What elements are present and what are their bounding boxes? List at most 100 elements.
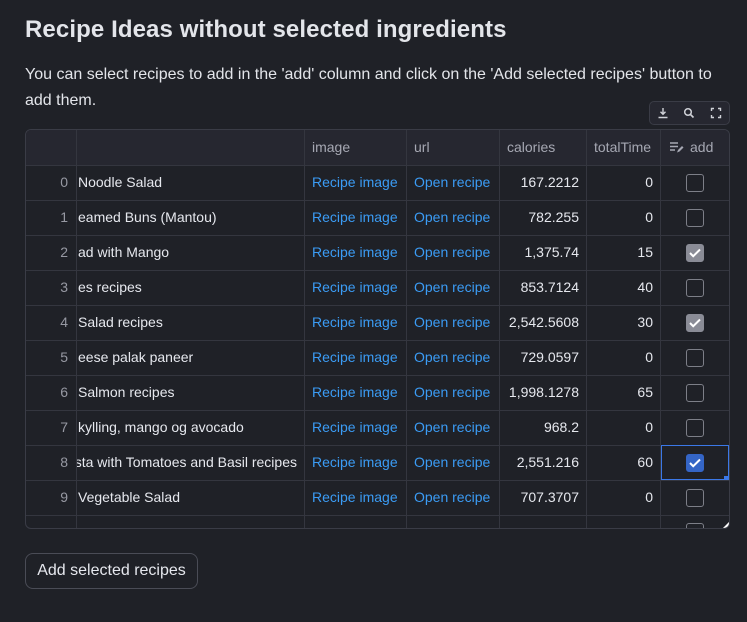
add-checkbox[interactable] bbox=[686, 208, 704, 227]
header-url[interactable]: url bbox=[407, 130, 500, 165]
recipe-title[interactable]: Noodle Salad bbox=[77, 165, 305, 200]
fullscreen-icon[interactable] bbox=[709, 106, 723, 120]
recipe-image-link[interactable]: Recipe image bbox=[305, 375, 407, 410]
row-index: 3 bbox=[26, 270, 77, 305]
add-selected-recipes-button[interactable]: Add selected recipes bbox=[25, 553, 198, 589]
open-recipe-link[interactable]: Open recipe bbox=[407, 410, 500, 445]
recipes-table[interactable]: image url calories totalTime add 0 Noodle… bbox=[25, 129, 730, 529]
open-recipe-link[interactable]: Open recipe bbox=[407, 165, 500, 200]
add-checkbox[interactable] bbox=[686, 348, 704, 367]
recipe-image-link[interactable]: Recipe image bbox=[305, 445, 407, 480]
check-icon bbox=[689, 248, 701, 258]
table-row[interactable]: 2 ad with Mango Recipe image Open recipe 1,3… bbox=[26, 235, 729, 271]
add-cell[interactable] bbox=[661, 200, 729, 235]
recipe-image-link[interactable]: Recipe image bbox=[305, 270, 407, 305]
table-row[interactable]: 6 Salmon recipes Recipe image Open recipe 1,… bbox=[26, 375, 729, 411]
open-recipe-link[interactable]: Open recipe bbox=[407, 235, 500, 270]
check-icon bbox=[689, 318, 701, 328]
table-row[interactable]: 1 eamed Buns (Mantou) Recipe image Open rec… bbox=[26, 200, 729, 236]
calories-value: 1,375.74 bbox=[500, 235, 587, 270]
open-recipe-link[interactable]: Open recipe bbox=[407, 305, 500, 340]
table-row-partial bbox=[26, 515, 729, 528]
table-row[interactable]: 5 eese palak paneer Recipe image Open recip… bbox=[26, 340, 729, 376]
open-recipe-link[interactable]: Open recipe bbox=[407, 445, 500, 480]
calories-value: 167.2212 bbox=[500, 165, 587, 200]
resize-handle[interactable] bbox=[723, 521, 729, 528]
totaltime-value: 0 bbox=[587, 340, 661, 375]
partial-totaltime bbox=[587, 515, 661, 528]
table-row[interactable]: 0 Noodle Salad Recipe image Open recipe 167.… bbox=[26, 165, 729, 201]
open-recipe-link[interactable]: Open recipe bbox=[407, 340, 500, 375]
recipe-image-link[interactable]: Recipe image bbox=[305, 200, 407, 235]
add-cell[interactable] bbox=[661, 480, 729, 515]
recipe-title[interactable]: Salmon recipes bbox=[77, 375, 305, 410]
row-index: 7 bbox=[26, 410, 77, 445]
recipe-image-link[interactable]: Recipe image bbox=[305, 480, 407, 515]
add-cell[interactable] bbox=[661, 165, 729, 200]
calories-value: 853.7124 bbox=[500, 270, 587, 305]
recipe-title[interactable]: Salad recipes bbox=[77, 305, 305, 340]
table-row[interactable]: 7 kylling, mango og avocado Recipe image Op… bbox=[26, 410, 729, 446]
partial-url bbox=[407, 515, 500, 528]
partial-index bbox=[26, 515, 77, 528]
recipe-title[interactable]: Vegetable Salad bbox=[77, 480, 305, 515]
add-checkbox[interactable] bbox=[686, 488, 704, 507]
recipe-image-link[interactable]: Recipe image bbox=[305, 305, 407, 340]
recipe-title-text: Salad recipes bbox=[78, 314, 163, 330]
calories-value: 2,551.216 bbox=[500, 445, 587, 480]
recipe-title[interactable]: es recipes bbox=[77, 270, 305, 305]
header-title[interactable] bbox=[77, 130, 305, 165]
open-recipe-link[interactable]: Open recipe bbox=[407, 375, 500, 410]
calories-value: 1,998.1278 bbox=[500, 375, 587, 410]
add-cell[interactable] bbox=[661, 270, 729, 305]
add-checkbox[interactable] bbox=[686, 523, 704, 528]
recipe-title-text: Noodle Salad bbox=[78, 174, 163, 190]
calories-value: 968.2 bbox=[500, 410, 587, 445]
add-checkbox[interactable] bbox=[686, 418, 704, 437]
recipe-title[interactable]: sta with Tomatoes and Basil recipes bbox=[77, 445, 305, 480]
table-row[interactable]: 8 sta with Tomatoes and Basil recipes Reci… bbox=[26, 445, 729, 481]
focus-handle[interactable] bbox=[724, 476, 728, 480]
partial-calories bbox=[500, 515, 587, 528]
open-recipe-link[interactable]: Open recipe bbox=[407, 270, 500, 305]
header-totaltime[interactable]: totalTime bbox=[587, 130, 661, 165]
recipe-title[interactable]: eese palak paneer bbox=[77, 340, 305, 375]
add-cell[interactable] bbox=[661, 340, 729, 375]
add-checkbox[interactable] bbox=[686, 243, 704, 262]
totaltime-value: 40 bbox=[587, 270, 661, 305]
header-calories[interactable]: calories bbox=[500, 130, 587, 165]
add-cell[interactable] bbox=[661, 410, 729, 445]
recipe-image-link[interactable]: Recipe image bbox=[305, 165, 407, 200]
recipe-title-text: es recipes bbox=[78, 279, 142, 295]
add-checkbox[interactable] bbox=[686, 278, 704, 297]
totaltime-value: 0 bbox=[587, 410, 661, 445]
open-recipe-link[interactable]: Open recipe bbox=[407, 200, 500, 235]
add-cell[interactable] bbox=[661, 375, 729, 410]
table-row[interactable]: 9 Vegetable Salad Recipe image Open recipe 7… bbox=[26, 480, 729, 516]
recipe-image-link[interactable]: Recipe image bbox=[305, 410, 407, 445]
row-index: 5 bbox=[26, 340, 77, 375]
header-image[interactable]: image bbox=[305, 130, 407, 165]
table-row[interactable]: 4 Salad recipes Recipe image Open recipe 2,5… bbox=[26, 305, 729, 341]
add-cell[interactable] bbox=[661, 305, 729, 340]
row-index: 6 bbox=[26, 375, 77, 410]
recipe-image-link[interactable]: Recipe image bbox=[305, 340, 407, 375]
add-checkbox[interactable] bbox=[686, 173, 704, 192]
open-recipe-link[interactable]: Open recipe bbox=[407, 480, 500, 515]
recipe-image-link[interactable]: Recipe image bbox=[305, 235, 407, 270]
add-checkbox[interactable] bbox=[686, 383, 704, 402]
search-icon[interactable] bbox=[682, 106, 696, 120]
table-row[interactable]: 3 es recipes Recipe image Open recipe 853.71… bbox=[26, 270, 729, 306]
recipe-title[interactable]: kylling, mango og avocado bbox=[77, 410, 305, 445]
recipe-title[interactable]: ad with Mango bbox=[77, 235, 305, 270]
header-add[interactable]: add bbox=[661, 130, 729, 165]
recipe-title-text: ad with Mango bbox=[78, 244, 170, 260]
row-index: 8 bbox=[26, 445, 77, 480]
add-checkbox[interactable] bbox=[686, 313, 704, 332]
add-cell[interactable] bbox=[661, 235, 729, 270]
recipe-title[interactable]: eamed Buns (Mantou) bbox=[77, 200, 305, 235]
partial-title bbox=[77, 515, 305, 528]
download-icon[interactable] bbox=[656, 106, 670, 120]
page-title: Recipe Ideas without selected ingredient… bbox=[25, 16, 507, 43]
totaltime-value: 0 bbox=[587, 200, 661, 235]
